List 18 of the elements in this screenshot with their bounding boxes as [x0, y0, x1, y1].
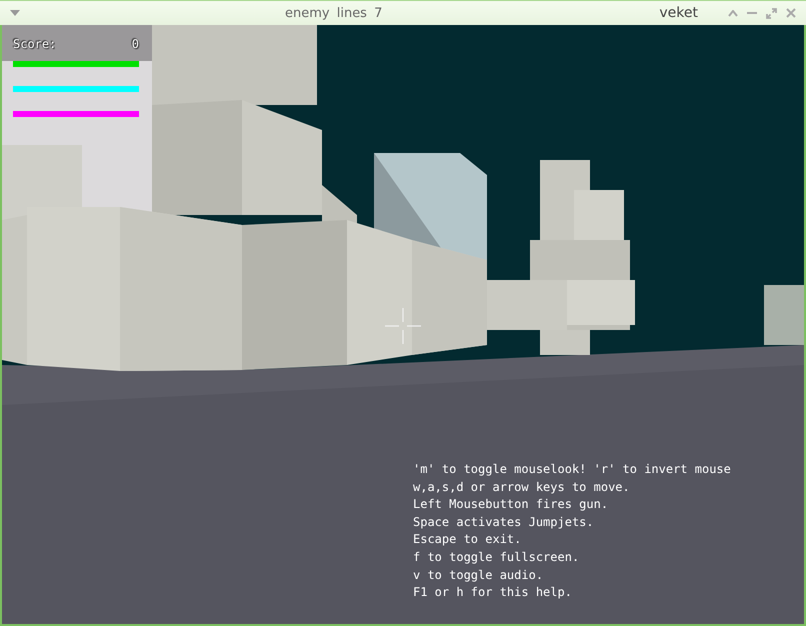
caret-up-icon[interactable]	[728, 10, 738, 16]
workspace-name: veket	[659, 5, 698, 21]
help-text: w,a,s,d or arrow keys to move.	[413, 478, 631, 496]
help-text: Space activates Jumpjets.	[413, 514, 595, 531]
help-text: Escape to exit.	[413, 531, 522, 548]
score-value: 0	[132, 37, 139, 51]
crosshair-icon	[385, 308, 421, 344]
help-text: F1 or h for this help.	[413, 584, 573, 602]
close-icon[interactable]	[786, 8, 796, 18]
help-text: Left Mousebutton fires gun.	[413, 496, 610, 514]
window-title: enemy lines 7	[285, 6, 382, 20]
minimize-icon[interactable]	[747, 12, 757, 14]
score-label: Score:	[13, 37, 56, 51]
help-text: v to toggle audio.	[413, 566, 544, 584]
help-text: f to toggle fullscreen.	[413, 548, 580, 566]
help-text: 'm' to toggle mouselook! 'r' to invert mouse	[413, 461, 731, 478]
dropdown-icon[interactable]	[10, 10, 20, 16]
maximize-icon[interactable]	[766, 8, 777, 18]
